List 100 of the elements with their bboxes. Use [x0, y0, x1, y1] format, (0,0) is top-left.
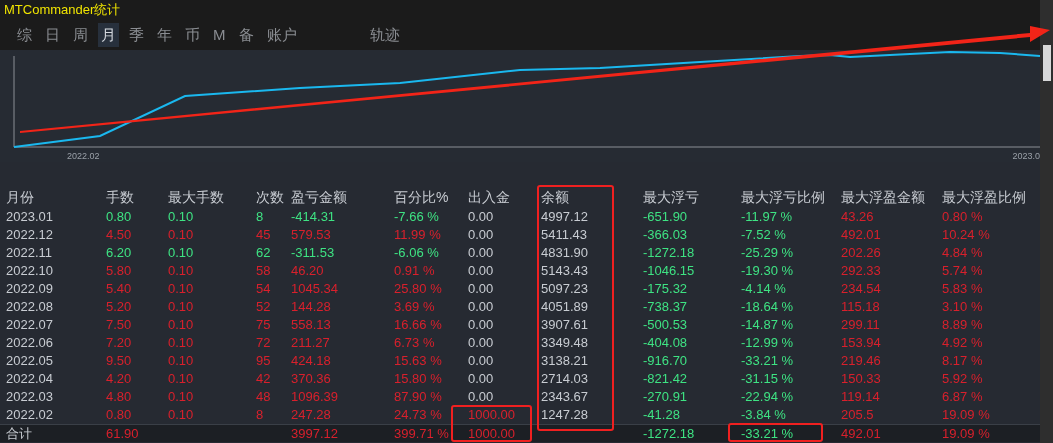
tab[interactable]: 年 — [154, 23, 175, 47]
table-cell-text: 0.00 — [468, 280, 495, 299]
table-cell-text: 6.73 % — [394, 334, 436, 353]
table-cell-text: 25.80 % — [394, 280, 443, 299]
table-cell-text: -821.42 — [643, 370, 689, 389]
tab[interactable]: 轨迹 — [366, 23, 403, 47]
table-cell-text: 2022.06 — [6, 334, 54, 353]
table-cell-text: 0.00 — [468, 226, 495, 245]
table-cell-text: 1096.39 — [291, 388, 339, 407]
table-cell-text: 9.50 — [106, 352, 133, 371]
column-header: 月份 — [6, 187, 35, 207]
axis-label: 2023.0 — [1012, 150, 1040, 163]
table-cell-text: 5411.43 — [541, 226, 589, 245]
table-cell-text: 144.28 — [291, 298, 332, 317]
table-cell-text: 2022.09 — [6, 280, 54, 299]
table-cell-text: 16.66 % — [394, 316, 443, 335]
table-cell-text: 0.00 — [468, 388, 495, 407]
table-cell-text: 234.54 — [841, 280, 882, 299]
tab[interactable]: M — [210, 23, 229, 47]
table-cell-text: 4831.90 — [541, 244, 589, 263]
table-cell: 399.71 % — [394, 425, 449, 441]
column-header: 手数 — [106, 187, 135, 207]
column-header: 余额 — [541, 187, 570, 207]
table-cell-text: 5.83 % — [942, 280, 984, 299]
table-cell: -1272.18 — [643, 425, 695, 441]
table-cell-text: -41.28 — [643, 406, 681, 425]
table-cell-text: -18.64 % — [741, 298, 795, 317]
table-cell-text: 6.20 — [106, 244, 133, 263]
table-cell-text: 2022.02 — [6, 406, 54, 425]
table-cell-text: 370.36 — [291, 370, 332, 389]
table-cell-text: 7.20 — [106, 334, 133, 353]
tab[interactable]: 月 — [98, 23, 119, 47]
table-cell-text: 247.28 — [291, 406, 332, 425]
table-cell-text: 0.10 — [168, 334, 195, 353]
table-cell-text: 0.00 — [468, 370, 495, 389]
table-cell-text: 72 — [256, 334, 272, 353]
table-cell-text: 42 — [256, 370, 272, 389]
table-cell-text: 205.5 — [841, 406, 875, 425]
table-cell-text: 0.10 — [168, 208, 195, 227]
table-cell-text: 6.87 % — [942, 388, 984, 407]
table-cell-text: 2022.12 — [6, 226, 54, 245]
table-cell-text: -366.03 — [643, 226, 689, 245]
table-cell-text: 0.80 — [106, 406, 133, 425]
table-cell-text: 2022.11 — [6, 244, 54, 263]
table-cell-text: -404.08 — [643, 334, 689, 353]
table-cell-text: 202.26 — [841, 244, 882, 263]
table-cell-text: 1000.00 — [468, 406, 516, 425]
table-cell-text: -916.70 — [643, 352, 689, 371]
table-cell: 61.90 — [106, 425, 139, 441]
table-cell-text: -311.53 — [291, 244, 336, 263]
table-cell-text: 1045.34 — [291, 280, 339, 299]
table-cell-text: 5.40 — [106, 280, 133, 299]
tab[interactable]: 季 — [126, 23, 147, 47]
table-cell-text: 2714.03 — [541, 370, 589, 389]
table-cell-text: 4997.12 — [541, 208, 589, 227]
table-cell-text: 0.00 — [468, 352, 495, 371]
table-cell-text: -31.15 % — [741, 370, 795, 389]
table-cell-text: 8 — [256, 208, 265, 227]
table-cell-text: 3.69 % — [394, 298, 436, 317]
table-cell-text: -12.99 % — [741, 334, 795, 353]
tab[interactable]: 综 — [14, 23, 35, 47]
table-cell-text: 0.10 — [168, 352, 195, 371]
table-cell-text: 5.74 % — [942, 262, 984, 281]
table-cell-text: 0.10 — [168, 388, 195, 407]
column-header: 最大浮盈金额 — [841, 187, 926, 207]
tab[interactable]: 周 — [70, 23, 91, 47]
table-cell-text: -1272.18 — [643, 244, 696, 263]
table-cell-text: 3138.21 — [541, 352, 589, 371]
tab[interactable]: 币 — [182, 23, 203, 47]
scrollbar[interactable] — [1040, 0, 1053, 443]
tab[interactable]: 备 — [235, 23, 257, 47]
table-cell-text: 0.10 — [168, 262, 195, 281]
table-cell-text: 8.17 % — [942, 352, 984, 371]
table-cell-text: -11.97 % — [741, 208, 794, 227]
table-cell-text: 5143.43 — [541, 262, 589, 281]
table-cell: 1000.00 — [468, 425, 515, 441]
table-cell-text: 424.18 — [291, 352, 332, 371]
table-cell-text: -175.32 — [643, 280, 689, 299]
table-cell: 3997.12 — [291, 425, 338, 441]
table-cell-text: 2343.67 — [541, 388, 589, 407]
tab[interactable]: 账户 — [263, 23, 300, 47]
table-cell-text: 5.20 — [106, 298, 133, 317]
table-cell-text: 0.10 — [168, 406, 195, 425]
table-cell-text: 54 — [256, 280, 272, 299]
table-cell-text: 2022.04 — [6, 370, 54, 389]
table-cell-text: 4.84 % — [942, 244, 984, 263]
table-cell-text: 10.24 % — [942, 226, 991, 245]
table-cell-text: 2022.05 — [6, 352, 54, 371]
table-cell-text: 87.90 % — [394, 388, 443, 407]
column-header: 最大浮盈比例 — [942, 187, 1027, 207]
table-cell-text: 11.99 % — [394, 226, 442, 245]
table-cell-text: 3349.48 — [541, 334, 589, 353]
table-cell-text: 19.09 % — [942, 406, 991, 425]
table-cell-text: -6.06 % — [394, 244, 440, 263]
tab[interactable]: 日 — [42, 23, 63, 47]
table-cell-text: 0.10 — [168, 370, 195, 389]
table-cell-text: 15.63 % — [394, 352, 443, 371]
table-cell-text: 0.00 — [468, 334, 495, 353]
column-header: 百分比% — [394, 187, 450, 207]
table-cell-text: 3907.61 — [541, 316, 589, 335]
